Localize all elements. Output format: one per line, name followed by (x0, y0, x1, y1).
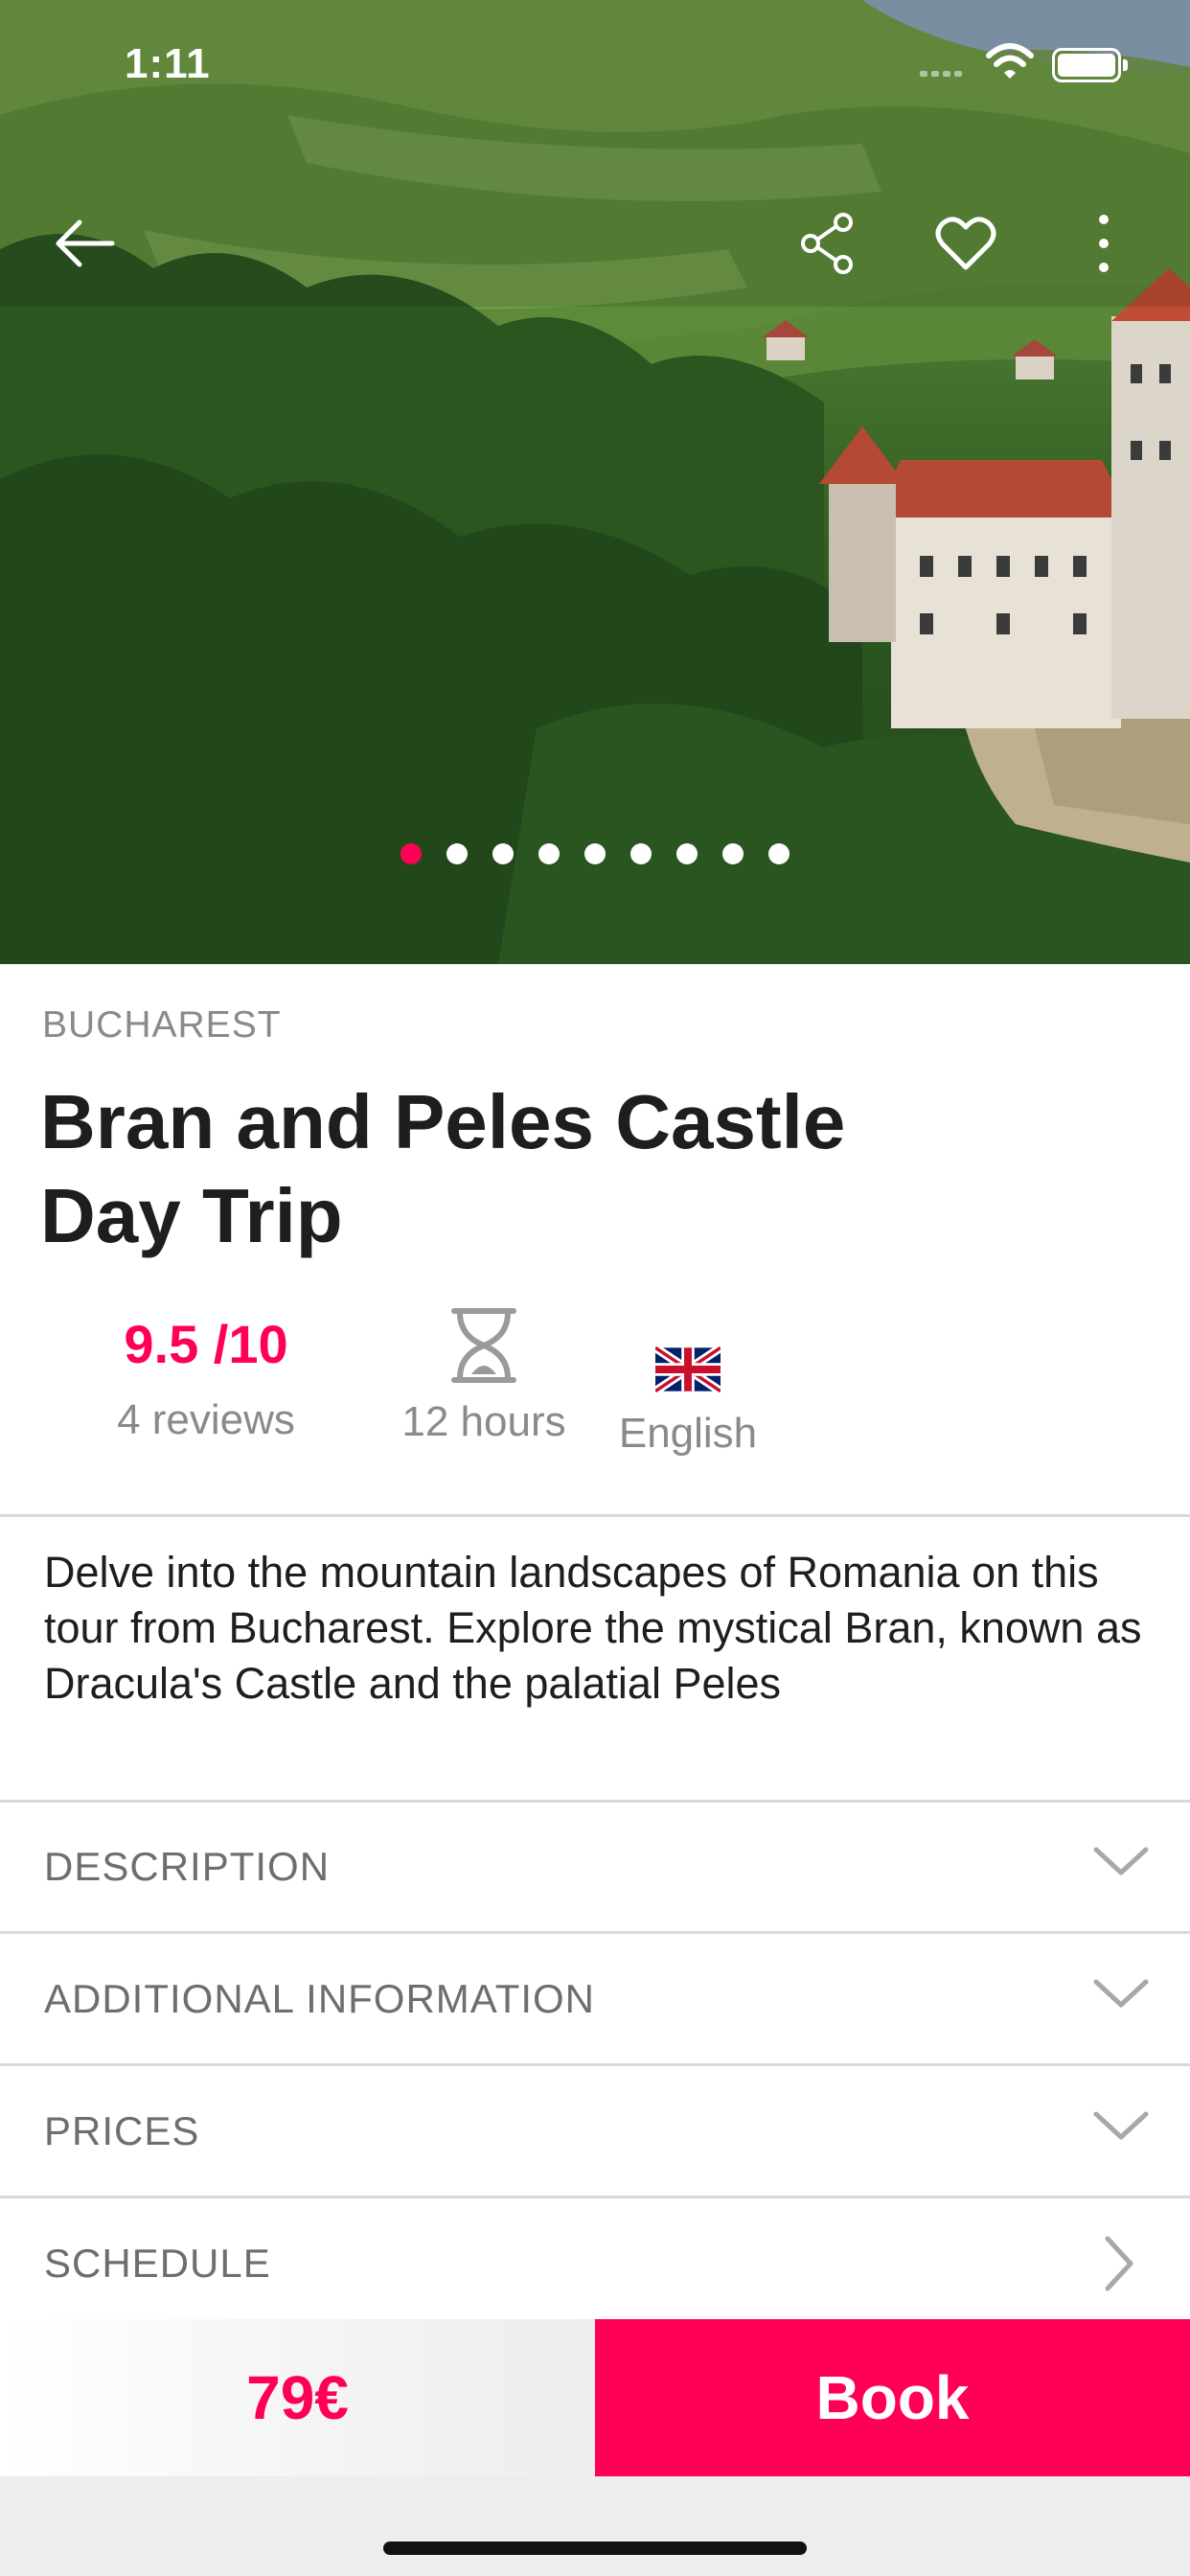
chevron-down-icon (1093, 1847, 1149, 1875)
section-additional-information[interactable]: ADDITIONAL INFORMATION (0, 1934, 1190, 2066)
cellular-signal-icon (920, 71, 962, 77)
divider (0, 1514, 1190, 1517)
favorite-button[interactable] (926, 203, 1006, 284)
hourglass-icon (451, 1308, 516, 1383)
reviews-count[interactable]: 4 reviews (57, 1396, 355, 1444)
carousel-dot[interactable] (446, 843, 468, 864)
section-label: DESCRIPTION (44, 1844, 331, 1889)
duration-value: 12 hours (401, 1398, 566, 1445)
carousel-indicator[interactable] (0, 843, 1190, 866)
carousel-dot[interactable] (630, 843, 652, 864)
back-button[interactable] (44, 203, 125, 284)
carousel-dot[interactable] (492, 843, 514, 864)
carousel-dot[interactable] (538, 843, 560, 864)
section-label: ADDITIONAL INFORMATION (44, 1976, 596, 2021)
tour-stats: 9.5 /10 4 reviews 12 hours English (0, 1308, 1190, 1476)
price-value: 79€ (246, 2363, 349, 2432)
rating-block[interactable]: 9.5 /10 4 reviews (57, 1313, 355, 1444)
carousel-dot[interactable] (768, 843, 790, 864)
book-button-label: Book (815, 2363, 970, 2432)
book-button[interactable]: Book (595, 2319, 1190, 2476)
chevron-down-icon (1093, 1979, 1149, 2008)
landscape-photo (0, 0, 1190, 964)
section-label: SCHEDULE (44, 2241, 271, 2286)
carousel-dot[interactable] (584, 843, 606, 864)
heart-icon (935, 217, 996, 270)
language-value: English (618, 1410, 758, 1457)
more-vertical-icon (1099, 215, 1109, 272)
duration-block: 12 hours (383, 1307, 584, 1446)
share-button[interactable] (788, 203, 868, 284)
more-options-button[interactable] (1064, 203, 1144, 284)
section-description[interactable]: DESCRIPTION (0, 1802, 1190, 1934)
hero-image[interactable]: 1:11 (0, 0, 1190, 964)
share-icon (801, 213, 853, 274)
section-schedule[interactable]: SCHEDULE (0, 2198, 1190, 2331)
home-indicator[interactable] (383, 2542, 807, 2555)
status-bar: 1:11 (0, 38, 1190, 96)
wifi-icon (986, 43, 1034, 79)
carousel-dot[interactable] (400, 843, 422, 864)
carousel-dot[interactable] (722, 843, 744, 864)
home-indicator-area (0, 2476, 1190, 2576)
section-label: PRICES (44, 2108, 200, 2153)
tour-city: BUCHAREST (42, 1004, 282, 1046)
section-prices[interactable]: PRICES (0, 2066, 1190, 2198)
battery-icon (1052, 48, 1121, 82)
uk-flag-icon (652, 1344, 723, 1395)
rating-score: 9.5 /10 (124, 1314, 288, 1374)
carousel-dot[interactable] (676, 843, 698, 864)
tour-title: Bran and Peles Castle Day Trip (40, 1079, 846, 1258)
price-box: 79€ (0, 2319, 595, 2476)
hero-action-bar (0, 203, 1190, 284)
chevron-right-icon (1105, 2236, 1133, 2291)
chevron-down-icon (1093, 2111, 1149, 2140)
language-block: English (594, 1344, 782, 1458)
back-arrow-icon (56, 219, 115, 267)
status-time: 1:11 (125, 40, 211, 87)
tour-summary: Delve into the mountain landscapes of Ro… (44, 1548, 1142, 1708)
